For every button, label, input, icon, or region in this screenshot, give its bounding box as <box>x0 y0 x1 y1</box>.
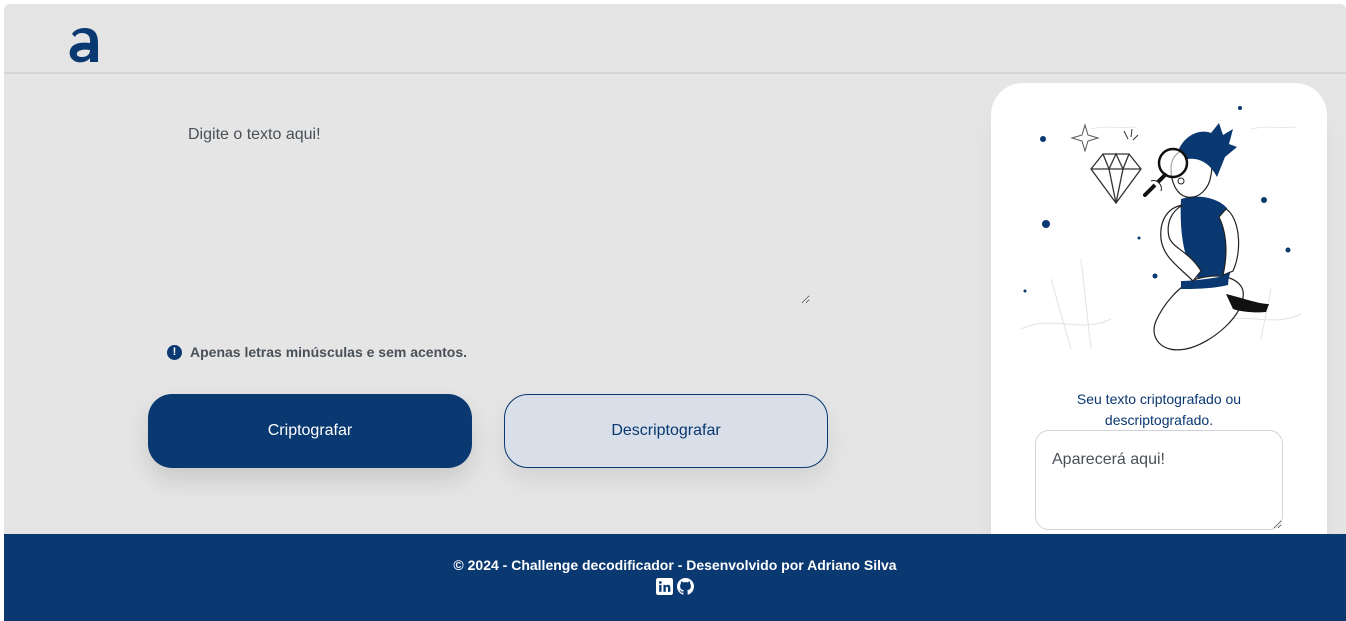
page: ! Apenas letras minúsculas e sem acentos… <box>4 4 1346 621</box>
social-links <box>4 578 1346 595</box>
header <box>4 4 1346 74</box>
alura-logo-icon[interactable] <box>66 22 102 66</box>
input-notice: ! Apenas letras minúsculas e sem acentos… <box>167 344 467 360</box>
footer: © 2024 - Challenge decodificador - Desen… <box>4 534 1346 621</box>
text-input[interactable] <box>174 122 810 304</box>
encrypt-button[interactable]: Criptografar <box>148 394 472 468</box>
person-magnifying-glass-illustration <box>1020 106 1302 351</box>
exclamation-circle-icon: ! <box>167 344 182 360</box>
result-output[interactable] <box>1035 430 1283 530</box>
result-panel: Seu texto criptografado ou descriptograf… <box>991 83 1327 583</box>
github-icon[interactable] <box>677 578 694 595</box>
linkedin-icon[interactable] <box>656 578 673 595</box>
decrypt-button[interactable]: Descriptografar <box>504 394 828 468</box>
footer-text: © 2024 - Challenge decodificador - Desen… <box>453 557 897 573</box>
result-title: Seu texto criptografado ou descriptograf… <box>1076 391 1242 428</box>
notice-text: Apenas letras minúsculas e sem acentos. <box>190 344 468 360</box>
